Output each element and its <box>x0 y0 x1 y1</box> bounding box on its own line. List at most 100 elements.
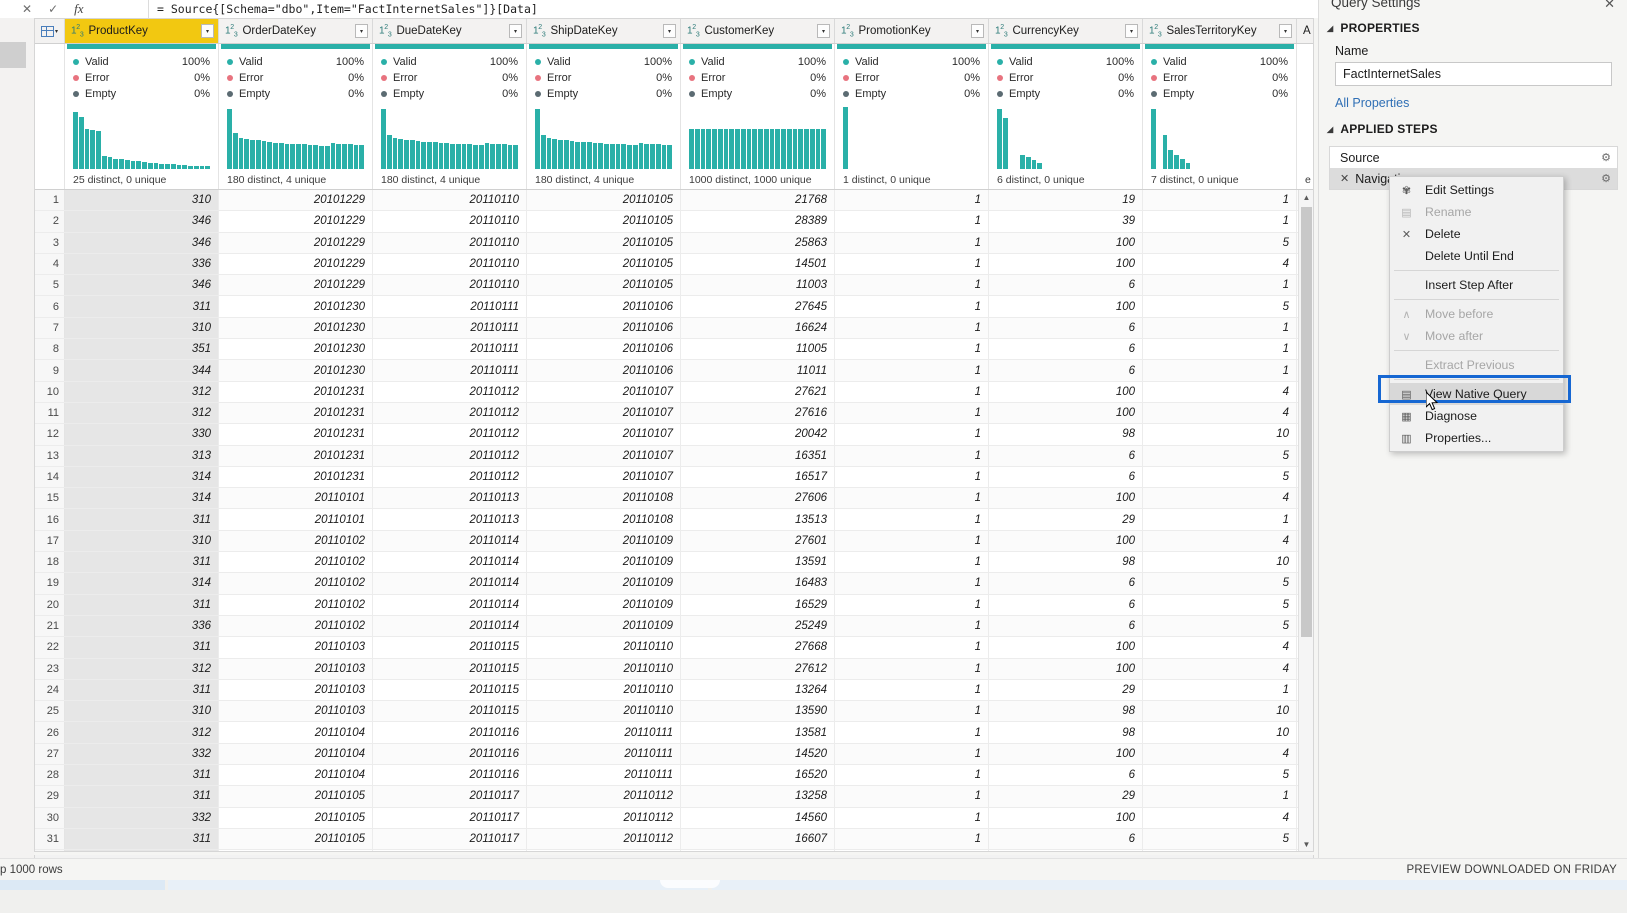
cell-currencykey[interactable]: 100 <box>989 488 1143 509</box>
cell-duedatekey[interactable]: 20110116 <box>373 743 527 765</box>
cell-shipdatekey[interactable]: 20110107 <box>527 381 681 402</box>
cell-orderdatekey[interactable]: 20101230 <box>219 339 373 360</box>
table-row[interactable]: 5346201012292011011020110105110031611 <box>35 275 1313 297</box>
cell-orderdatekey[interactable]: 20101230 <box>219 296 373 317</box>
cell-customerkey[interactable]: 27616 <box>681 402 835 424</box>
cell-duedatekey[interactable]: 20110112 <box>373 466 527 488</box>
table-row[interactable]: 2331220110103201101152011011027612110044 <box>35 658 1313 680</box>
cell-promotionkey[interactable]: 1 <box>835 275 989 296</box>
cell-promotionkey[interactable]: 1 <box>835 339 989 360</box>
cell-productkey[interactable]: 332 <box>65 807 219 828</box>
cell-productkey[interactable]: 336 <box>65 253 219 275</box>
cell-currencykey[interactable]: 6 <box>989 445 1143 466</box>
all-properties-link[interactable]: All Properties <box>1319 86 1627 110</box>
column-header-shipdatekey[interactable]: 123 ShipDateKey ▾ <box>527 19 681 43</box>
cell-currencykey[interactable]: 100 <box>989 232 1143 253</box>
cell-salesterritorykey[interactable]: 5 <box>1143 466 1297 488</box>
cell-orderdatekey[interactable]: 20101231 <box>219 445 373 466</box>
table-row[interactable]: 31311201101052011011720110112166071655 <box>35 828 1313 851</box>
cell-promotionkey[interactable]: 1 <box>835 360 989 381</box>
cell-customerkey[interactable]: 16624 <box>681 317 835 339</box>
column-filter-dropdown-orderdatekey[interactable]: ▾ <box>355 24 368 38</box>
cell-shipdatekey[interactable]: 20110109 <box>527 530 681 552</box>
cell-duedatekey[interactable]: 20110111 <box>373 360 527 381</box>
table-row[interactable]: 2733220110104201101162011011114520110044 <box>35 743 1313 766</box>
cell-promotionkey[interactable]: 1 <box>835 509 989 530</box>
cell-orderdatekey[interactable]: 20101229 <box>219 190 373 211</box>
cell-salesterritorykey[interactable]: 10 <box>1143 424 1297 445</box>
cell-salesterritorykey[interactable]: 5 <box>1143 594 1297 615</box>
vertical-scroll-thumb[interactable] <box>1301 207 1312 637</box>
cell-productkey[interactable]: 311 <box>65 679 219 701</box>
query-list-chip[interactable] <box>0 42 26 68</box>
cell-promotionkey[interactable]: 1 <box>835 615 989 637</box>
cell-shipdatekey[interactable]: 20110108 <box>527 488 681 509</box>
cell-promotionkey[interactable]: 1 <box>835 850 989 851</box>
cell-promotionkey[interactable]: 1 <box>835 658 989 679</box>
scroll-down-icon[interactable]: ▼ <box>1299 837 1313 851</box>
cell-salesterritorykey[interactable]: 5 <box>1143 445 1297 466</box>
context-menu-item-view-native-query[interactable]: ▤ View Native Query <box>1390 383 1563 405</box>
cell-salesterritorykey[interactable]: 4 <box>1143 381 1297 402</box>
column-filter-dropdown-productkey[interactable]: ▾ <box>201 24 214 38</box>
cell-promotionkey[interactable]: 1 <box>835 530 989 552</box>
table-row[interactable]: 13313201012312011011220110107163511655 <box>35 445 1313 467</box>
cell-currencykey[interactable]: 100 <box>989 807 1143 828</box>
cancel-icon[interactable]: ✕ <box>22 3 32 15</box>
accept-icon[interactable]: ✓ <box>48 3 58 15</box>
cell-productkey[interactable]: 346 <box>65 275 219 296</box>
cell-shipdatekey[interactable]: 20110112 <box>527 786 681 807</box>
cell-customerkey[interactable]: 13590 <box>681 701 835 722</box>
cell-currencykey[interactable]: 6 <box>989 275 1143 296</box>
cell-productkey[interactable]: 312 <box>65 381 219 402</box>
select-all-columns-button[interactable]: ▾ <box>35 19 65 43</box>
cell-shipdatekey[interactable]: 20110108 <box>527 509 681 530</box>
column-header-duedatekey[interactable]: 123 DueDateKey ▾ <box>373 19 527 43</box>
vertical-scrollbar[interactable]: ▲ ▼ <box>1298 190 1313 851</box>
cell-currencykey[interactable]: 6 <box>989 615 1143 637</box>
table-row[interactable]: 1131220101231201101122011010727616110044 <box>35 402 1313 425</box>
table-row[interactable]: 3231220110106201101182011011327666110044 <box>35 850 1313 851</box>
cell-orderdatekey[interactable]: 20101231 <box>219 402 373 424</box>
cell-salesterritorykey[interactable]: 1 <box>1143 786 1297 807</box>
cell-customerkey[interactable]: 16529 <box>681 594 835 615</box>
formula-input[interactable]: = Source{[Schema="dbo",Item="FactInterne… <box>148 0 1382 18</box>
column-filter-dropdown-duedatekey[interactable]: ▾ <box>509 24 522 38</box>
cell-currencykey[interactable]: 6 <box>989 317 1143 339</box>
table-row[interactable]: 2531020110103201101152011011013590198101… <box>35 701 1313 723</box>
query-name-input[interactable]: FactInternetSales <box>1335 62 1612 86</box>
table-row[interactable]: 1731020110102201101142011010927601110044 <box>35 530 1313 553</box>
cell-currencykey[interactable]: 100 <box>989 381 1143 402</box>
cell-duedatekey[interactable]: 20110112 <box>373 424 527 445</box>
cell-customerkey[interactable]: 27645 <box>681 296 835 317</box>
table-row[interactable]: 163112011010120110113201101081351312911 <box>35 509 1313 531</box>
cell-promotionkey[interactable]: 1 <box>835 722 989 743</box>
cell-productkey[interactable]: 311 <box>65 594 219 615</box>
table-row[interactable]: 433620101229201101102011010514501110044 <box>35 253 1313 276</box>
cell-duedatekey[interactable]: 20110110 <box>373 190 527 211</box>
cell-customerkey[interactable]: 27666 <box>681 850 835 851</box>
cell-customerkey[interactable]: 20042 <box>681 424 835 445</box>
cell-duedatekey[interactable]: 20110111 <box>373 339 527 360</box>
cell-orderdatekey[interactable]: 20110102 <box>219 552 373 573</box>
cell-promotionkey[interactable]: 1 <box>835 317 989 339</box>
cell-customerkey[interactable]: 21768 <box>681 190 835 211</box>
cell-promotionkey[interactable]: 1 <box>835 488 989 509</box>
cell-duedatekey[interactable]: 20110110 <box>373 211 527 232</box>
cell-orderdatekey[interactable]: 20110104 <box>219 722 373 743</box>
cell-shipdatekey[interactable]: 20110107 <box>527 402 681 424</box>
cell-customerkey[interactable]: 27612 <box>681 658 835 679</box>
delete-step-icon[interactable]: ✕ <box>1340 172 1349 185</box>
cell-promotionkey[interactable]: 1 <box>835 466 989 488</box>
cell-shipdatekey[interactable]: 20110111 <box>527 765 681 786</box>
cell-customerkey[interactable]: 13591 <box>681 552 835 573</box>
cell-orderdatekey[interactable]: 20110103 <box>219 701 373 722</box>
scroll-up-icon[interactable]: ▲ <box>1299 190 1313 205</box>
cell-orderdatekey[interactable]: 20101230 <box>219 317 373 339</box>
table-row[interactable]: 334620101229201101102011010525863110055 <box>35 232 1313 254</box>
cell-currencykey[interactable]: 19 <box>989 190 1143 211</box>
cell-customerkey[interactable]: 14501 <box>681 253 835 275</box>
table-row[interactable]: 28311201101042011011620110111165201655 <box>35 765 1313 787</box>
table-row[interactable]: 20311201101022011011420110109165291655 <box>35 594 1313 616</box>
table-row[interactable]: 1233020101231201101122011010720042198101… <box>35 424 1313 446</box>
